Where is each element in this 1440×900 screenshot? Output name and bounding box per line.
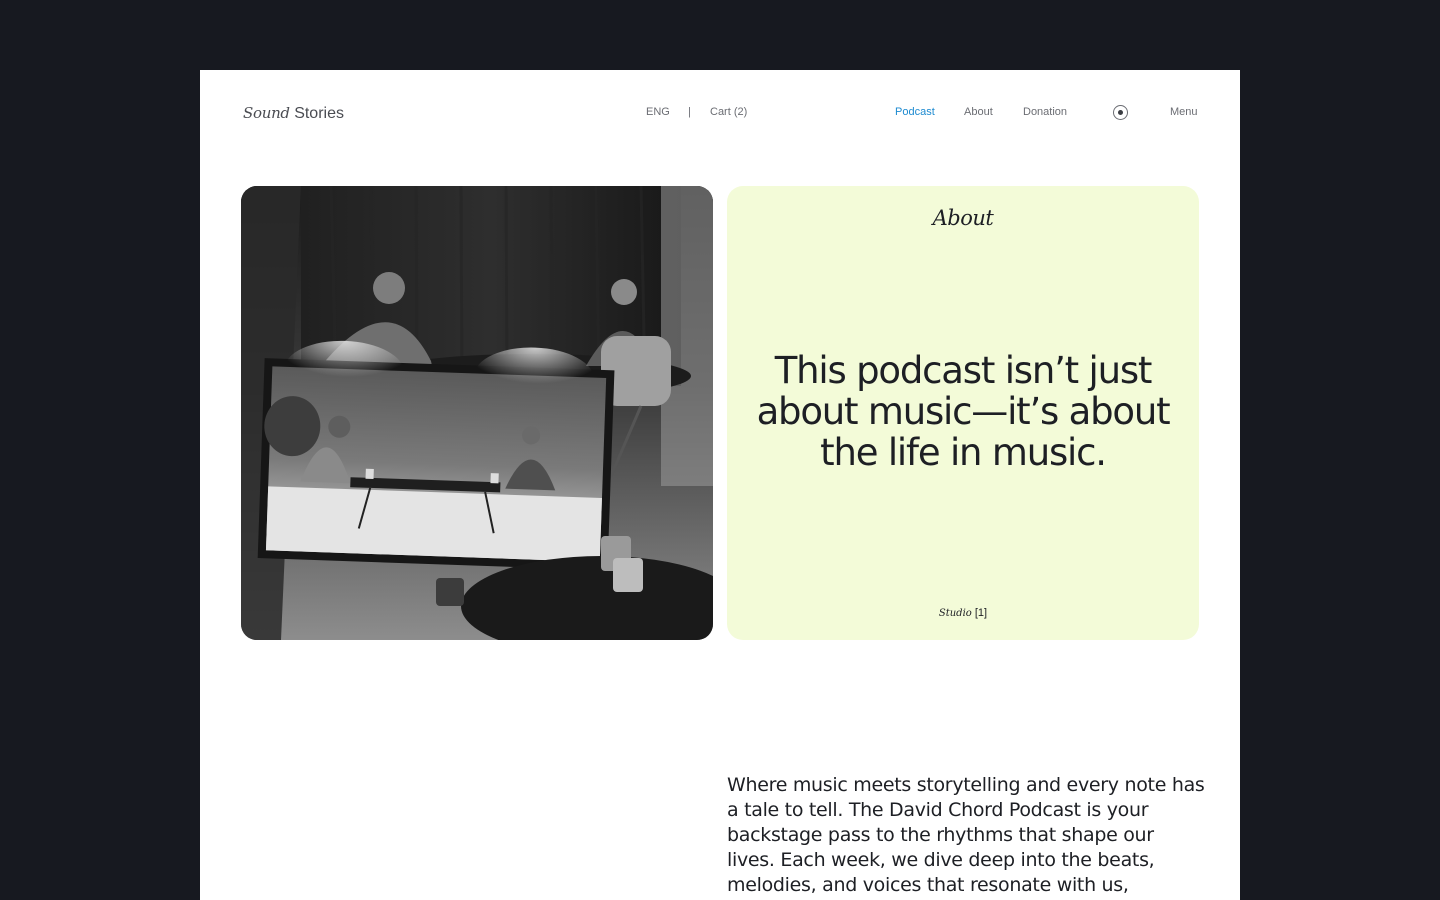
nav-item-donation[interactable]: Donation bbox=[1023, 106, 1067, 118]
studio-footer: Studio [1] bbox=[727, 607, 1199, 619]
site-logo[interactable]: Sound Stories bbox=[243, 104, 344, 123]
nav-item-about[interactable]: About bbox=[964, 106, 993, 118]
about-card: About This podcast isn’t just about musi… bbox=[727, 186, 1199, 640]
studio-photo-illustration bbox=[241, 186, 713, 640]
nav-item-podcast[interactable]: Podcast bbox=[895, 106, 935, 118]
cart-link[interactable]: Cart (2) bbox=[710, 106, 747, 118]
logo-plain-text: Stories bbox=[294, 105, 344, 122]
record-icon[interactable] bbox=[1113, 105, 1128, 120]
studio-photo bbox=[241, 186, 713, 640]
menu-button[interactable]: Menu bbox=[1170, 106, 1198, 118]
nav-separator: | bbox=[688, 106, 691, 118]
about-quote: This podcast isn’t just about music—it’s… bbox=[756, 349, 1171, 474]
studio-label: Studio bbox=[938, 608, 972, 619]
logo-italic-text: Sound bbox=[243, 104, 290, 122]
intro-paragraph: Where music meets storytelling and every… bbox=[727, 774, 1205, 896]
about-card-title: About bbox=[932, 206, 994, 230]
studio-count: [1] bbox=[974, 607, 988, 619]
page-container: Sound Stories ENG | Cart (2) Podcast Abo… bbox=[200, 70, 1240, 900]
language-selector[interactable]: ENG bbox=[646, 106, 670, 118]
